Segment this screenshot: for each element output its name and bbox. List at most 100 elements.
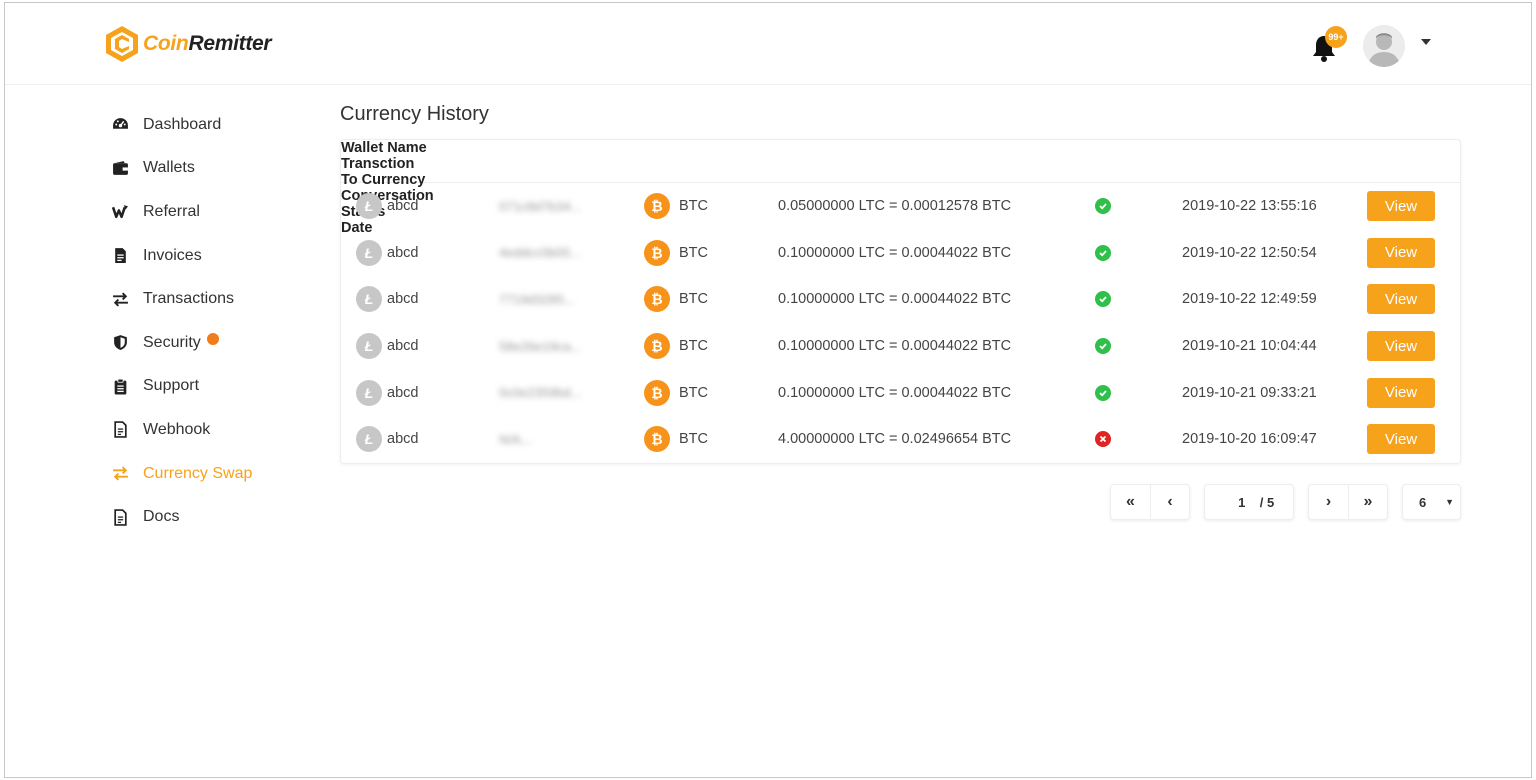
to-currency-cell: ₿ BTC bbox=[644, 276, 708, 323]
view-button[interactable]: View bbox=[1367, 191, 1435, 222]
sidebar-item-webhook[interactable]: Webhook bbox=[105, 408, 305, 452]
bitcoin-icon: ₿ bbox=[644, 286, 670, 313]
wallet-name: abcd bbox=[387, 384, 419, 401]
transaction-cell[interactable]: 58e26e19ca... bbox=[499, 323, 581, 370]
transaction-cell[interactable]: 4eddcc0b00... bbox=[499, 230, 581, 277]
sidebar-item-security[interactable]: Security bbox=[105, 321, 305, 365]
to-currency: BTC bbox=[679, 244, 708, 261]
action-cell: View bbox=[1367, 323, 1435, 370]
view-button[interactable]: View bbox=[1367, 377, 1435, 408]
view-button[interactable]: View bbox=[1367, 237, 1435, 268]
view-button[interactable]: View bbox=[1367, 424, 1435, 455]
sidebar-item-dashboard[interactable]: Dashboard bbox=[105, 103, 305, 147]
transaction-cell[interactable]: 071c8d7b34... bbox=[499, 183, 581, 230]
logo-coin-text: Coin bbox=[143, 32, 189, 55]
currency-history-table: Wallet Name Transction To Currency Conve… bbox=[340, 139, 1461, 464]
coinremitter-logo[interactable]: CoinRemitter bbox=[105, 25, 272, 63]
litecoin-icon: Ł bbox=[356, 426, 382, 453]
pagination-next-group: › » bbox=[1308, 484, 1388, 520]
transaction-hash[interactable]: N/A... bbox=[499, 432, 532, 447]
to-currency-cell: ₿ BTC bbox=[644, 323, 708, 370]
last-page-button[interactable]: » bbox=[1347, 485, 1387, 519]
to-currency: BTC bbox=[679, 198, 708, 215]
sidebar-item-invoices[interactable]: Invoices bbox=[105, 234, 305, 278]
date-text: 2019-10-22 12:49:59 bbox=[1182, 291, 1317, 308]
sidebar-item-wallets[interactable]: Wallets bbox=[105, 147, 305, 191]
table-row: Łabcd 4eddcc0b00... ₿ BTC 0.10000000 LTC = 0… bbox=[341, 230, 1460, 277]
date-text: 2019-10-22 12:50:54 bbox=[1182, 244, 1317, 261]
wallet-cell: Łabcd bbox=[356, 230, 418, 277]
sidebar-item-label: Security bbox=[143, 333, 201, 351]
conversion-cell: 0.10000000 LTC = 0.00044022 BTC bbox=[778, 369, 1011, 416]
transaction-cell[interactable]: N/A... bbox=[499, 416, 532, 463]
conversion-cell: 0.10000000 LTC = 0.00044022 BTC bbox=[778, 323, 1011, 370]
to-currency-cell: ₿ BTC bbox=[644, 183, 708, 230]
to-currency-cell: ₿ BTC bbox=[644, 369, 708, 416]
litecoin-icon: Ł bbox=[356, 286, 382, 313]
conversion-text: 0.10000000 LTC = 0.00044022 BTC bbox=[778, 384, 1012, 401]
sidebar-item-label: Invoices bbox=[143, 246, 202, 264]
view-button[interactable]: View bbox=[1367, 284, 1435, 315]
sidebar-item-label: Support bbox=[143, 377, 200, 395]
wallet-icon bbox=[109, 159, 131, 177]
per-page-value: 6 bbox=[1419, 494, 1427, 510]
page-indicator: / 5 bbox=[1204, 484, 1294, 520]
view-button[interactable]: View bbox=[1367, 331, 1435, 362]
wallet-cell: Łabcd bbox=[356, 276, 418, 323]
sidebar-item-label: Docs bbox=[143, 508, 180, 526]
check-circle-icon bbox=[1095, 338, 1111, 355]
transaction-cell[interactable]: 0c0e2359bd... bbox=[499, 369, 581, 416]
transaction-hash[interactable]: 58e26e19ca... bbox=[499, 339, 581, 354]
sidebar-item-label: Transactions bbox=[143, 290, 234, 308]
current-page-input[interactable] bbox=[1223, 494, 1260, 510]
table-row: Łabcd 58e26e19ca... ₿ BTC 0.10000000 LTC = 0… bbox=[341, 323, 1460, 370]
sidebar-item-docs[interactable]: Docs bbox=[105, 495, 305, 539]
conversion-cell: 4.00000000 LTC = 0.02496654 BTC bbox=[778, 416, 1011, 463]
avatar[interactable] bbox=[1363, 25, 1405, 67]
wallet-name: abcd bbox=[387, 244, 419, 261]
error-circle-icon bbox=[1095, 431, 1111, 448]
sidebar-item-support[interactable]: Support bbox=[105, 365, 305, 409]
to-currency-cell: ₿ BTC bbox=[644, 230, 708, 277]
logo-text: CoinRemitter bbox=[143, 32, 272, 56]
status-cell bbox=[1095, 230, 1111, 277]
bitcoin-icon: ₿ bbox=[644, 333, 670, 360]
date-cell: 2019-10-22 12:50:54 bbox=[1182, 230, 1317, 277]
first-page-button[interactable]: « bbox=[1111, 485, 1150, 519]
next-page-button[interactable]: › bbox=[1309, 485, 1348, 519]
status-cell bbox=[1095, 416, 1111, 463]
app-frame: CoinRemitter 99+ Dashboard Wallets Refer… bbox=[4, 2, 1532, 778]
select-arrow-icon: ▼ bbox=[1445, 497, 1454, 507]
transaction-hash[interactable]: 071c8d7b34... bbox=[499, 199, 581, 214]
wallet-name: abcd bbox=[387, 338, 419, 355]
transaction-cell[interactable]: 7719d3285... bbox=[499, 276, 575, 323]
sidebar-item-referral[interactable]: Referral bbox=[105, 190, 305, 234]
wallet-name: abcd bbox=[387, 431, 419, 448]
sidebar-item-label: Referral bbox=[143, 202, 200, 220]
date-text: 2019-10-21 10:04:44 bbox=[1182, 338, 1317, 355]
table-row: Łabcd 0c0e2359bd... ₿ BTC 0.10000000 LTC = 0… bbox=[341, 369, 1460, 416]
logo-hexagon-icon bbox=[106, 26, 138, 62]
conversion-cell: 0.10000000 LTC = 0.00044022 BTC bbox=[778, 230, 1011, 277]
sidebar-item-label: Wallets bbox=[143, 159, 195, 177]
sidebar-item-transactions[interactable]: Transactions bbox=[105, 277, 305, 321]
per-page-select[interactable]: 6 ▼ bbox=[1402, 484, 1461, 520]
status-cell bbox=[1095, 323, 1111, 370]
action-cell: View bbox=[1367, 369, 1435, 416]
sidebar-item-currency-swap[interactable]: Currency Swap bbox=[105, 452, 305, 496]
conversion-cell: 0.10000000 LTC = 0.00044022 BTC bbox=[778, 276, 1011, 323]
column-header-transaction: Transction bbox=[341, 156, 415, 172]
chevron-down-icon[interactable] bbox=[1421, 39, 1431, 45]
to-currency: BTC bbox=[679, 291, 708, 308]
wallet-cell: Łabcd bbox=[356, 369, 418, 416]
sidebar-nav: Dashboard Wallets Referral Invoices Tran… bbox=[105, 103, 305, 539]
check-circle-icon bbox=[1095, 198, 1111, 215]
transaction-hash[interactable]: 0c0e2359bd... bbox=[499, 385, 581, 400]
litecoin-icon: Ł bbox=[356, 193, 382, 220]
transaction-hash[interactable]: 7719d3285... bbox=[499, 292, 575, 307]
transaction-hash[interactable]: 4eddcc0b00... bbox=[499, 245, 581, 260]
to-currency-cell: ₿ BTC bbox=[644, 416, 708, 463]
invoice-icon bbox=[109, 247, 131, 265]
check-circle-icon bbox=[1095, 384, 1111, 401]
prev-page-button[interactable]: ‹ bbox=[1149, 485, 1189, 519]
